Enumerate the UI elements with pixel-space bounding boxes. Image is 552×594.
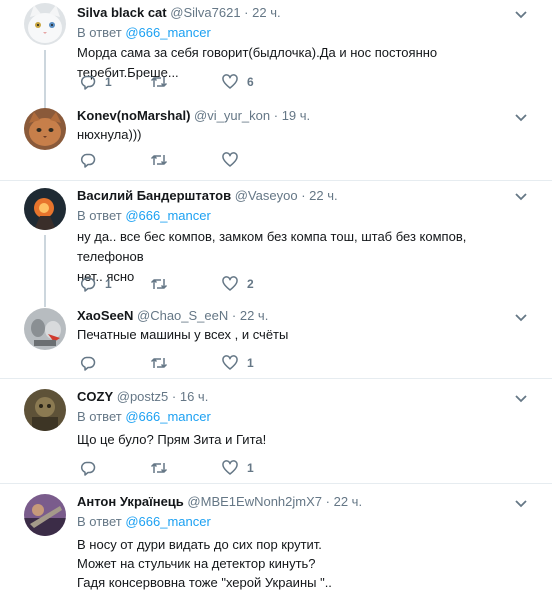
retweet-button[interactable] bbox=[150, 150, 177, 170]
tweet-header: Konev(noMarshal) @vi_yur_kon · 19 ч. bbox=[77, 108, 311, 123]
reply-count: 1 bbox=[105, 277, 112, 291]
display-name[interactable]: Антон Украïнець bbox=[77, 494, 184, 509]
user-handle[interactable]: @Vaseyoo bbox=[235, 188, 298, 203]
timestamp[interactable]: 22 ч. bbox=[334, 494, 362, 509]
reply-icon bbox=[81, 277, 96, 292]
retweet-button[interactable] bbox=[150, 353, 177, 373]
reply-context: В ответ @666_mancer bbox=[77, 208, 211, 223]
chevron-down-icon[interactable] bbox=[513, 392, 529, 404]
chevron-down-icon[interactable] bbox=[513, 8, 529, 20]
user-handle[interactable]: @Chao_S_eeN bbox=[137, 308, 228, 323]
tweet-text: В носу от дури видать до сих пор крутит.… bbox=[77, 537, 332, 590]
avatar[interactable] bbox=[24, 389, 66, 431]
user-handle[interactable]: @postz5 bbox=[117, 389, 169, 404]
timestamp[interactable]: 22 ч. bbox=[309, 188, 337, 203]
like-count: 2 bbox=[247, 277, 254, 291]
heart-icon bbox=[222, 355, 238, 370]
reply-button[interactable]: 1 bbox=[80, 274, 112, 294]
retweet-icon bbox=[150, 77, 168, 87]
avatar[interactable] bbox=[24, 3, 66, 45]
mention-link[interactable]: @666_mancer bbox=[125, 208, 210, 223]
retweet-button[interactable] bbox=[150, 72, 177, 92]
reply-icon bbox=[81, 153, 96, 168]
timestamp[interactable]: 19 ч. bbox=[282, 108, 310, 123]
like-button[interactable]: 2 bbox=[222, 274, 254, 294]
retweet-icon bbox=[150, 463, 168, 473]
heart-icon bbox=[222, 276, 238, 291]
avatar[interactable] bbox=[24, 494, 66, 536]
chevron-down-icon[interactable] bbox=[513, 497, 529, 509]
like-button[interactable] bbox=[222, 150, 247, 170]
reply-context: В ответ @666_mancer bbox=[77, 514, 211, 529]
reply-button[interactable] bbox=[80, 353, 105, 373]
like-button[interactable]: 1 bbox=[222, 353, 254, 373]
user-handle[interactable]: @vi_yur_kon bbox=[194, 108, 270, 123]
tweet-header: COZY @postz5 · 16 ч. bbox=[77, 389, 209, 404]
user-handle[interactable]: @Silva7621 bbox=[170, 5, 240, 20]
timestamp[interactable]: 22 ч. bbox=[252, 5, 280, 20]
timestamp[interactable]: 16 ч. bbox=[180, 389, 208, 404]
avatar[interactable] bbox=[24, 188, 66, 230]
heart-icon bbox=[222, 152, 238, 167]
display-name[interactable]: Silva black cat bbox=[77, 5, 167, 20]
chevron-down-icon[interactable] bbox=[513, 311, 529, 323]
like-button[interactable]: 1 bbox=[222, 458, 254, 478]
tweet-text: Печатные машины у всех , и счёты bbox=[77, 327, 289, 342]
reply-button[interactable] bbox=[80, 150, 105, 170]
reply-icon bbox=[81, 75, 96, 90]
chevron-down-icon[interactable] bbox=[513, 190, 529, 202]
retweet-icon bbox=[150, 279, 168, 289]
tweet-vasily[interactable]: Василий Бандерштатов @Vaseyoo · 22 ч. В … bbox=[0, 181, 552, 307]
mention-link[interactable]: @666_mancer bbox=[125, 409, 210, 424]
reply-context: В ответ @666_mancer bbox=[77, 409, 211, 424]
tweet-header: XaoSeeN @Chao_S_eeN · 22 ч. bbox=[77, 308, 269, 323]
like-count: 1 bbox=[247, 356, 254, 370]
mention-link[interactable]: @666_mancer bbox=[125, 514, 210, 529]
reply-button[interactable]: 1 bbox=[80, 72, 112, 92]
user-handle[interactable]: @MBE1EwNonh2jmX7 bbox=[187, 494, 322, 509]
like-button[interactable]: 6 bbox=[222, 72, 254, 92]
avatar[interactable] bbox=[24, 108, 66, 150]
tweet-text: ну да.. все бес компов, замком без компа… bbox=[77, 229, 467, 284]
tweet-text: нюхнула))) bbox=[77, 127, 142, 142]
tweet-cozy[interactable]: COZY @postz5 · 16 ч. В ответ @666_mancer… bbox=[0, 379, 552, 483]
tweet-text: Що це було? Прям Зита и Гита! bbox=[77, 432, 267, 447]
heart-icon bbox=[222, 74, 238, 89]
retweet-icon bbox=[150, 358, 168, 368]
retweet-button[interactable] bbox=[150, 274, 177, 294]
heart-icon bbox=[222, 460, 238, 475]
tweet-xaoseen[interactable]: XaoSeeN @Chao_S_eeN · 22 ч. Печатные маш… bbox=[0, 295, 552, 378]
avatar[interactable] bbox=[24, 308, 66, 350]
chevron-down-icon[interactable] bbox=[513, 111, 529, 123]
tweet-text: Морда сама за себя говорит(быдлочка).Да … bbox=[77, 45, 438, 80]
like-count: 6 bbox=[247, 75, 254, 89]
reply-count: 1 bbox=[105, 75, 112, 89]
reply-icon bbox=[81, 461, 96, 476]
reply-icon bbox=[81, 356, 96, 371]
tweet-header: Silva black cat @Silva7621 · 22 ч. bbox=[77, 5, 281, 20]
tweet-konev[interactable]: Konev(noMarshal) @vi_yur_kon · 19 ч. нюх… bbox=[0, 95, 552, 180]
display-name[interactable]: XaoSeeN bbox=[77, 308, 133, 323]
mention-link[interactable]: @666_mancer bbox=[125, 25, 210, 40]
display-name[interactable]: COZY bbox=[77, 389, 113, 404]
reply-context: В ответ @666_mancer bbox=[77, 25, 211, 40]
retweet-icon bbox=[150, 155, 168, 165]
reply-feed: Silva black cat @Silva7621 · 22 ч. В отв… bbox=[0, 0, 552, 594]
tweet-header: Антон Украïнець @MBE1EwNonh2jmX7 · 22 ч. bbox=[77, 494, 363, 509]
display-name[interactable]: Василий Бандерштатов bbox=[77, 188, 231, 203]
timestamp[interactable]: 22 ч. bbox=[240, 308, 268, 323]
tweet-silva[interactable]: Silva black cat @Silva7621 · 22 ч. В отв… bbox=[0, 0, 552, 110]
retweet-button[interactable] bbox=[150, 458, 177, 478]
like-count: 1 bbox=[247, 461, 254, 475]
reply-button[interactable] bbox=[80, 458, 105, 478]
display-name[interactable]: Konev(noMarshal) bbox=[77, 108, 190, 123]
tweet-header: Василий Бандерштатов @Vaseyoo · 22 ч. bbox=[77, 188, 338, 203]
tweet-anton[interactable]: Антон Украïнець @MBE1EwNonh2jmX7 · 22 ч.… bbox=[0, 484, 552, 594]
